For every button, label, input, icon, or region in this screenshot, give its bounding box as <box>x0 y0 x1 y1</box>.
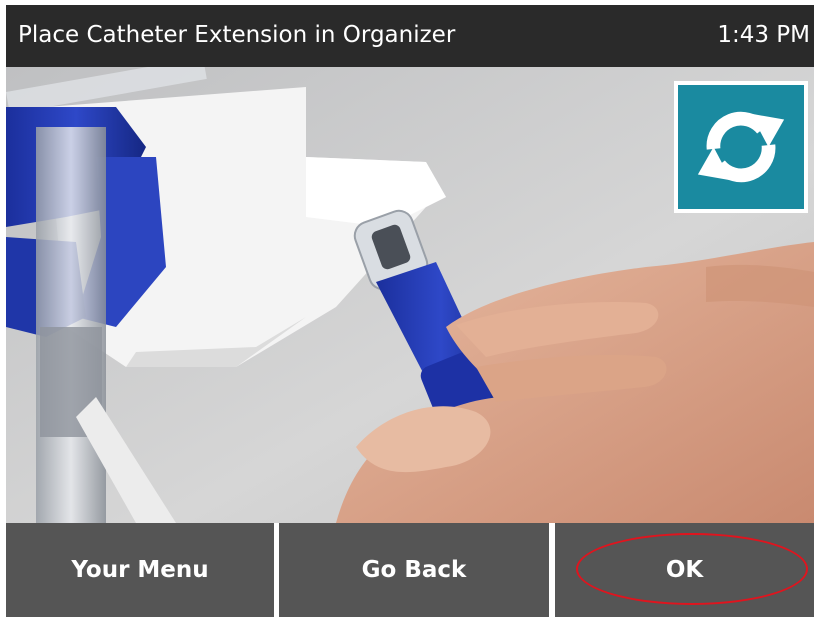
button-bar: Your Menu Go Back OK <box>6 523 814 617</box>
refresh-icon <box>697 111 785 183</box>
refresh-icon-tile <box>678 85 804 209</box>
clock: 1:43 PM <box>717 22 810 48</box>
refresh-button[interactable] <box>674 81 808 213</box>
your-menu-button[interactable]: Your Menu <box>6 523 274 617</box>
device-screen: Place Catheter Extension in Organizer 1:… <box>6 5 814 617</box>
ok-button[interactable]: OK <box>555 523 814 617</box>
title-bar: Place Catheter Extension in Organizer 1:… <box>6 5 814 67</box>
page-title: Place Catheter Extension in Organizer <box>18 22 456 48</box>
go-back-button[interactable]: Go Back <box>279 523 549 617</box>
